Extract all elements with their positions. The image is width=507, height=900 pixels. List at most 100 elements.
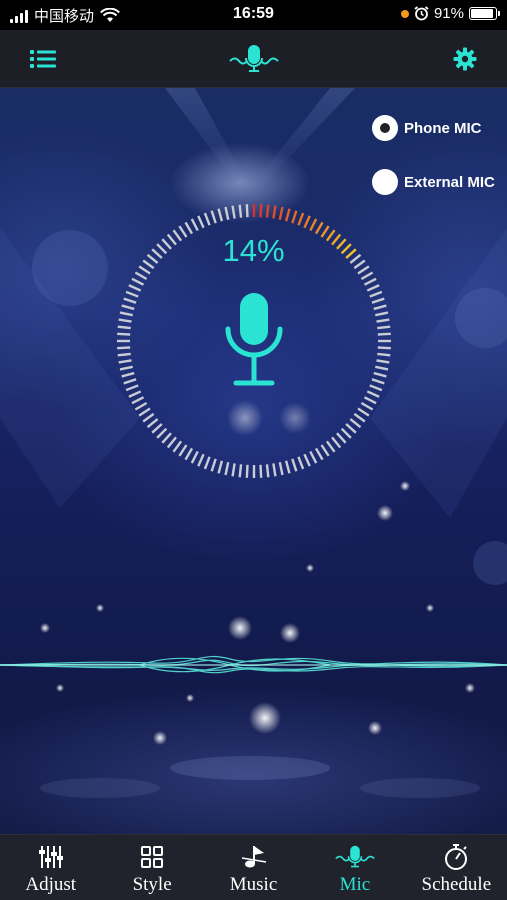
level-tick bbox=[197, 453, 205, 467]
tab-music-label: Music bbox=[229, 874, 278, 895]
recording-indicator bbox=[400, 9, 409, 18]
level-tick bbox=[331, 436, 342, 449]
tab-schedule[interactable]: Schedule bbox=[406, 835, 507, 900]
tab-mic[interactable]: Mic bbox=[304, 835, 405, 900]
level-tick bbox=[134, 401, 148, 411]
level-tick bbox=[117, 332, 131, 336]
level-tick bbox=[117, 352, 131, 357]
level-tick bbox=[363, 277, 377, 286]
level-tick bbox=[303, 453, 311, 467]
level-percent: 14% bbox=[222, 233, 285, 268]
tab-adjust-label: Adjust bbox=[25, 874, 77, 895]
level-tick bbox=[184, 447, 194, 461]
tab-schedule-label: Schedule bbox=[421, 874, 492, 895]
level-tick bbox=[117, 325, 131, 330]
level-tick bbox=[309, 450, 318, 464]
level-tick bbox=[224, 462, 230, 476]
level-tick bbox=[375, 311, 389, 317]
level-tick bbox=[245, 464, 249, 478]
grid-icon bbox=[141, 846, 164, 868]
level-tick-active bbox=[265, 204, 270, 218]
level-tick bbox=[121, 304, 135, 311]
alarm-icon bbox=[414, 6, 429, 21]
sliders-icon bbox=[38, 846, 63, 868]
level-tick bbox=[231, 463, 236, 477]
level-tick bbox=[131, 277, 145, 286]
level-tick bbox=[117, 346, 131, 350]
level-tick bbox=[210, 458, 217, 472]
level-tick bbox=[231, 205, 236, 219]
bottom-tab-bar: Adjust Style Music Mic Schedule bbox=[0, 834, 507, 900]
tab-adjust[interactable]: Adjust bbox=[0, 835, 101, 900]
level-tick bbox=[224, 206, 230, 220]
level-tick bbox=[190, 218, 199, 232]
battery-percent: 91% bbox=[433, 5, 464, 22]
tab-style-label: Style bbox=[132, 874, 172, 895]
level-tick bbox=[245, 204, 249, 218]
level-tick bbox=[146, 418, 159, 429]
level-tick bbox=[203, 212, 211, 226]
gear-icon bbox=[453, 47, 477, 71]
level-tick bbox=[371, 378, 385, 385]
level-tick bbox=[314, 447, 324, 461]
level-tick bbox=[128, 390, 142, 398]
level-tick bbox=[151, 423, 163, 434]
level-tick-active bbox=[297, 212, 305, 226]
level-tick bbox=[178, 444, 188, 457]
level-tick bbox=[119, 311, 133, 317]
level-tick bbox=[142, 412, 155, 423]
level-tick bbox=[376, 359, 390, 364]
level-tick bbox=[377, 325, 391, 330]
level-tick bbox=[363, 396, 377, 405]
level-tick bbox=[125, 290, 139, 298]
level-tick bbox=[125, 384, 139, 392]
level-tick bbox=[320, 444, 330, 457]
audio-waveform bbox=[0, 655, 507, 674]
level-tick bbox=[375, 365, 389, 371]
level-tick bbox=[123, 297, 137, 304]
level-tick bbox=[265, 464, 270, 478]
settings-button[interactable] bbox=[450, 44, 480, 74]
level-tick bbox=[210, 210, 217, 224]
level-tick bbox=[272, 463, 277, 477]
level-tick bbox=[377, 332, 391, 336]
level-tick bbox=[123, 378, 137, 385]
microphone-icon[interactable] bbox=[222, 293, 286, 387]
microphone-wave-icon bbox=[335, 845, 375, 868]
tab-music[interactable]: Music bbox=[203, 835, 304, 900]
level-tick bbox=[377, 352, 391, 357]
level-tick bbox=[131, 396, 145, 405]
level-tick bbox=[121, 371, 135, 378]
level-tick bbox=[119, 365, 133, 371]
level-tick bbox=[134, 271, 148, 281]
level-tick bbox=[340, 427, 352, 439]
level-tick-active bbox=[272, 205, 277, 219]
level-tick bbox=[349, 418, 362, 429]
level-tick bbox=[172, 440, 183, 453]
level-tick-active bbox=[291, 210, 298, 224]
level-tick bbox=[369, 290, 383, 298]
level-tick bbox=[284, 460, 291, 474]
tab-mic-label: Mic bbox=[339, 874, 371, 895]
tab-style[interactable]: Style bbox=[101, 835, 202, 900]
level-tick bbox=[353, 412, 366, 423]
level-tick bbox=[371, 297, 385, 304]
level-tick-active bbox=[309, 218, 318, 232]
level-tick-active bbox=[284, 208, 291, 222]
level-tick bbox=[166, 436, 177, 449]
level-tick bbox=[197, 215, 205, 229]
level-tick bbox=[297, 456, 305, 470]
microphone-wave-icon bbox=[229, 45, 279, 72]
level-tick-active bbox=[278, 206, 284, 220]
menu-button[interactable] bbox=[28, 44, 58, 74]
level-tick bbox=[325, 440, 336, 453]
level-tick bbox=[376, 318, 390, 323]
top-nav bbox=[0, 30, 507, 88]
level-tick bbox=[336, 432, 347, 444]
level-tick bbox=[161, 432, 172, 444]
level-tick bbox=[217, 460, 224, 474]
list-icon bbox=[30, 50, 56, 68]
level-tick bbox=[357, 407, 370, 417]
level-tick bbox=[259, 464, 263, 478]
level-tick bbox=[217, 208, 224, 222]
